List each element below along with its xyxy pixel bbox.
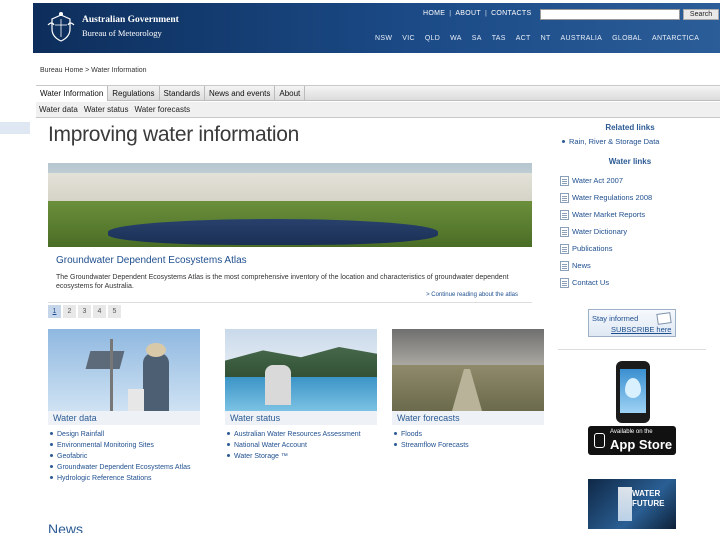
nav-item-regulations[interactable]: Regulations [108, 86, 160, 101]
state-link-wa[interactable]: WA [450, 35, 462, 42]
stay-informed-text: Stay informed [592, 314, 639, 323]
section-title-water-data[interactable]: Water data [48, 411, 200, 425]
gov-line-1: Australian Government [82, 15, 179, 25]
link-water-market-reports[interactable]: Water Market Reports [560, 206, 720, 223]
app-store-badge[interactable]: Available on the App Store [588, 426, 676, 455]
hero-continue-link[interactable]: > Continue reading about the atlas [426, 292, 518, 298]
nav-item-about[interactable]: About [275, 86, 306, 101]
link-hydrologic-reference[interactable]: Hydrologic Reference Stations [48, 473, 200, 484]
link-design-rainfall[interactable]: Design Rainfall [48, 429, 200, 440]
hero-image[interactable] [48, 163, 532, 247]
section-water-data: Water data Design Rainfall Environmental… [48, 329, 200, 484]
link-water-storage[interactable]: Water Storage ™ [225, 451, 377, 462]
link-national-water-account[interactable]: National Water Account [225, 440, 377, 451]
publications-icon [560, 243, 569, 254]
related-links-heading: Related links [605, 123, 655, 132]
app-store-small-text: Available on the [610, 429, 653, 435]
state-link-sa[interactable]: SA [472, 35, 482, 42]
link-news[interactable]: News [560, 257, 720, 274]
link-rain-river-storage[interactable]: Rain, River & Storage Data [560, 137, 720, 149]
state-link-vic[interactable]: VIC [402, 35, 415, 42]
phone-icon [594, 433, 605, 448]
sub-nav-water-data[interactable]: Water data [36, 102, 81, 117]
sub-nav-water-status[interactable]: Water status [81, 102, 132, 117]
water-future-text: WATER FUTURE [632, 489, 665, 508]
section-water-status: Water status Australian Water Resources … [225, 329, 377, 462]
link-water-regulations[interactable]: Water Regulations 2008 [560, 189, 720, 206]
iphone-app-image[interactable] [616, 361, 650, 423]
water-forecasts-image[interactable] [392, 329, 544, 411]
link-contact-us[interactable]: Contact Us [560, 274, 720, 291]
state-link-tas[interactable]: TAS [492, 35, 506, 42]
water-status-image[interactable] [225, 329, 377, 411]
divider [558, 349, 706, 350]
hero-pager: 1 2 3 4 5 [48, 305, 121, 318]
search-input[interactable] [540, 9, 680, 20]
subscribe-banner[interactable]: Stay informed SUBSCRIBE here [588, 309, 676, 337]
hero-caption: Groundwater Dependent Ecosystems Atlas T… [48, 247, 532, 303]
document-icon [560, 226, 569, 237]
gov-line-2: Bureau of Meteorology [82, 28, 162, 38]
subscribe-link[interactable]: SUBSCRIBE here [611, 325, 671, 334]
state-link-antarctica[interactable]: ANTARCTICA [652, 35, 699, 42]
envelope-icon [656, 312, 672, 325]
nav-item-standards[interactable]: Standards [160, 86, 205, 101]
site-header: Australian Government Bureau of Meteorol… [33, 3, 720, 53]
main-nav: Water Information Regulations Standards … [36, 85, 720, 101]
link-geofabric[interactable]: Geofabric [48, 451, 200, 462]
link-awra[interactable]: Australian Water Resources Assessment [225, 429, 377, 440]
sub-nav: Water data Water status Water forecasts [36, 102, 720, 118]
water-drop-icon [625, 378, 641, 398]
pager-page-4[interactable]: 4 [93, 305, 106, 318]
news-heading: News [48, 521, 84, 533]
water-data-image[interactable] [48, 329, 200, 411]
gov-logo[interactable]: Australian Government Bureau of Meteorol… [46, 11, 179, 43]
pager-page-1[interactable]: 1 [48, 305, 61, 318]
document-icon [560, 192, 569, 203]
state-link-act[interactable]: ACT [516, 35, 531, 42]
contact-icon [560, 277, 569, 288]
link-water-dictionary[interactable]: Water Dictionary [560, 223, 720, 240]
link-water-act[interactable]: Water Act 2007 [560, 172, 720, 189]
section-title-water-forecasts[interactable]: Water forecasts [392, 411, 544, 425]
section-water-forecasts: Water forecasts Floods Streamflow Foreca… [392, 329, 544, 451]
hero-description: The Groundwater Dependent Ecosystems Atl… [56, 274, 509, 290]
right-column: Related links Rain, River & Storage Data… [560, 121, 720, 291]
pager-page-3[interactable]: 3 [78, 305, 91, 318]
water-links-heading: Water links [608, 157, 652, 166]
top-link-home[interactable]: HOME [423, 10, 445, 17]
pager-page-5[interactable]: 5 [108, 305, 121, 318]
top-link-about[interactable]: ABOUT [455, 10, 481, 17]
nav-item-news-and-events[interactable]: News and events [205, 86, 276, 101]
water-future-banner[interactable]: WATER FUTURE [588, 479, 676, 529]
top-link-contacts[interactable]: CONTACTS [491, 10, 531, 17]
link-floods[interactable]: Floods [392, 429, 544, 440]
nav-item-water-information[interactable]: Water Information [36, 86, 109, 101]
state-link-nt[interactable]: NT [541, 35, 551, 42]
page: Australian Government Bureau of Meteorol… [33, 3, 720, 533]
hero-title-link[interactable]: Groundwater Dependent Ecosystems Atlas [56, 255, 247, 266]
state-link-nsw[interactable]: NSW [375, 35, 392, 42]
page-title: Improving water information [48, 123, 300, 146]
app-store-large-text: App Store [610, 437, 673, 452]
state-link-australia[interactable]: AUSTRALIA [561, 35, 603, 42]
document-icon [560, 175, 569, 186]
document-icon [560, 209, 569, 220]
state-nav: NSW VIC QLD WA SA TAS ACT NT AUSTRALIA G… [375, 35, 699, 42]
link-gde-atlas[interactable]: Groundwater Dependent Ecosystems Atlas [48, 462, 200, 473]
state-link-global[interactable]: GLOBAL [612, 35, 642, 42]
top-links: HOME | ABOUT | CONTACTS [423, 10, 532, 17]
sub-nav-water-forecasts[interactable]: Water forecasts [131, 102, 193, 117]
breadcrumb[interactable]: Bureau Home > Water Information [40, 67, 147, 74]
left-decoration-bar [0, 122, 30, 134]
news-icon [560, 260, 569, 271]
link-environmental-monitoring[interactable]: Environmental Monitoring Sites [48, 440, 200, 451]
link-publications[interactable]: Publications [560, 240, 720, 257]
state-link-qld[interactable]: QLD [425, 35, 440, 42]
section-title-water-status[interactable]: Water status [225, 411, 377, 425]
search-button[interactable]: Search [683, 9, 719, 20]
link-streamflow-forecasts[interactable]: Streamflow Forecasts [392, 440, 544, 451]
coat-of-arms-icon [46, 11, 76, 43]
pager-page-2[interactable]: 2 [63, 305, 76, 318]
